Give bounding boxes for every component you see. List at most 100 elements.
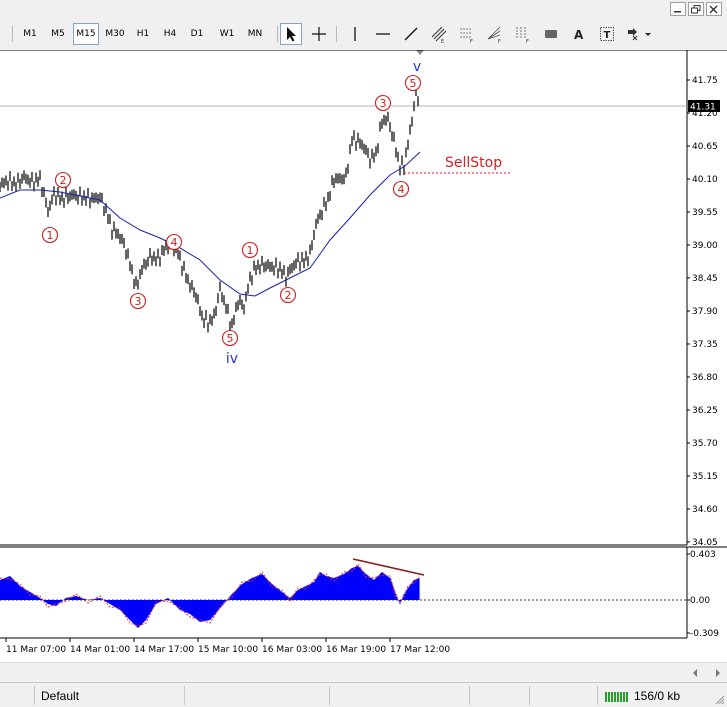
- text-tool-button[interactable]: A: [568, 23, 590, 45]
- vertical-line-icon: [354, 27, 356, 41]
- minimize-button[interactable]: [670, 2, 686, 16]
- resize-grip-icon[interactable]: [715, 695, 725, 705]
- wave-label-v[interactable]: v: [413, 59, 421, 75]
- time-tick-label: 17 Mar 12:00: [390, 645, 450, 655]
- current-price-value: 41.31: [690, 103, 716, 113]
- close-button[interactable]: [706, 2, 722, 16]
- text-label-icon: T: [600, 27, 614, 41]
- wave-label-iv[interactable]: iv: [226, 351, 238, 367]
- price-tick-label: 39.55: [692, 208, 718, 218]
- price-tick-label: 37.90: [692, 307, 718, 317]
- price-tick-label: 41.75: [692, 76, 718, 86]
- trendline-button[interactable]: [400, 23, 422, 45]
- svg-text:5: 5: [227, 332, 234, 345]
- indicator-tick-label: -0.309: [690, 629, 719, 639]
- timeframe-m15-button[interactable]: M15: [73, 23, 99, 45]
- fibonacci-time-icon: F: [516, 27, 529, 43]
- wave-label-4[interactable]: 4: [165, 233, 183, 251]
- horizontal-line-icon: [376, 33, 390, 35]
- wave-label-5[interactable]: 5: [221, 329, 239, 347]
- arrows-dropdown-button[interactable]: [624, 23, 654, 45]
- wave-label-3[interactable]: 3: [129, 292, 147, 310]
- svg-text:2: 2: [285, 289, 292, 302]
- price-tick-label: 36.80: [692, 373, 718, 383]
- chart-shift-icon[interactable]: [416, 50, 424, 55]
- timeframe-m5-button[interactable]: M5: [46, 23, 70, 45]
- cursor-tool-button[interactable]: [280, 23, 302, 45]
- time-tick-label: 11 Mar 07:00: [6, 645, 66, 655]
- timeframe-w1-button[interactable]: W1: [216, 23, 238, 45]
- chart-scroll-row[interactable]: [0, 662, 727, 682]
- fibonacci-retracement-button[interactable]: F: [456, 23, 478, 45]
- trendline-icon: [404, 27, 418, 41]
- price-bars-layer: [0, 86, 419, 333]
- svg-text:1: 1: [47, 229, 54, 242]
- profile-cell[interactable]: Default: [34, 686, 184, 705]
- fibonacci-icon: F: [460, 28, 473, 43]
- price-tick-label: 34.05: [692, 538, 718, 548]
- svg-text:4: 4: [398, 183, 405, 196]
- chart-window[interactable]: SellStop 1 2 3 4 5 1 2 3 4 5 iv v 41.75 41.20 40.65 40…: [0, 49, 727, 662]
- indicator-tick-label: 0.403: [690, 550, 716, 560]
- timeframe-mn-button[interactable]: MN: [243, 23, 267, 45]
- timeframe-d1-button[interactable]: D1: [186, 23, 208, 45]
- scroll-left-icon: [693, 669, 697, 677]
- equidistant-channel-button[interactable]: E: [428, 23, 450, 45]
- crosshair-icon: [312, 27, 326, 41]
- minimize-icon: [674, 11, 681, 13]
- traffic-counter: 156/0 kb: [634, 688, 681, 703]
- wave-label-1[interactable]: 1: [41, 226, 59, 244]
- svg-text:F: F: [498, 39, 501, 43]
- price-tick-label: 39.00: [692, 241, 718, 251]
- rectangle-icon: [545, 30, 557, 38]
- fibonacci-time-button[interactable]: F: [512, 23, 534, 45]
- fibonacci-fan-icon: F: [487, 26, 501, 43]
- svg-text:5: 5: [410, 77, 417, 90]
- time-tick-label: 14 Mar 01:00: [70, 645, 130, 655]
- wave-label-2[interactable]: 2: [54, 171, 72, 189]
- fibonacci-fan-button[interactable]: F: [484, 23, 506, 45]
- connection-bars-icon: [605, 691, 628, 702]
- svg-text:4: 4: [171, 236, 178, 249]
- toolbar-separator: [336, 26, 337, 42]
- close-icon: [709, 5, 718, 13]
- svg-text:3: 3: [135, 295, 142, 308]
- status-cell: [184, 686, 329, 705]
- restore-button[interactable]: [688, 2, 704, 16]
- toolbar-grip: [12, 26, 13, 42]
- timeframe-h1-button[interactable]: H1: [132, 23, 154, 45]
- wave-label-4[interactable]: 4: [392, 180, 410, 198]
- text-label-button[interactable]: T: [596, 23, 618, 45]
- crosshair-tool-button[interactable]: [308, 23, 330, 45]
- time-tick-label: 15 Mar 10:00: [198, 645, 258, 655]
- price-chart[interactable]: SellStop 1234512345ivv 41.7541.2040.6540…: [0, 49, 727, 662]
- wave-label-3[interactable]: 3: [374, 94, 392, 112]
- indicator-axis: 0.403 0.00 -0.309: [687, 550, 719, 639]
- time-tick-label: 16 Mar 19:00: [326, 645, 386, 655]
- time-tick-label: 14 Mar 17:00: [134, 645, 194, 655]
- wave-label-2[interactable]: 2: [279, 286, 297, 304]
- toolbar-separator: [277, 26, 278, 42]
- timeframe-h4-button[interactable]: H4: [159, 23, 181, 45]
- restore-icon: [691, 4, 701, 13]
- vertical-line-button[interactable]: [344, 23, 366, 45]
- price-tick-label: 34.60: [692, 505, 718, 515]
- price-tick-label: 35.15: [692, 472, 718, 482]
- price-tick-label: 40.65: [692, 142, 718, 152]
- scroll-right-icon: [716, 669, 720, 677]
- wave-label-1[interactable]: 1: [241, 241, 259, 259]
- connection-cell[interactable]: 156/0 kb: [597, 686, 727, 705]
- horizontal-line-button[interactable]: [372, 23, 394, 45]
- timeframe-m1-button[interactable]: M1: [18, 23, 42, 45]
- wave-label-5[interactable]: 5: [404, 74, 422, 92]
- channel-icon: E: [431, 26, 447, 43]
- svg-text:2: 2: [60, 174, 67, 187]
- scroll-arrows: [693, 669, 720, 677]
- rectangle-tool-button[interactable]: [540, 23, 562, 45]
- time-axis: 11 Mar 07:00 14 Mar 01:00 14 Mar 17:00 15 M…: [5, 638, 450, 655]
- price-axis: 41.7541.2040.6540.1039.5539.0038.4537.90…: [687, 76, 718, 548]
- svg-text:A: A: [574, 28, 584, 42]
- timeframe-m30-button[interactable]: M30: [102, 23, 128, 45]
- toolbar: E F F F A T M1 M5 M15 M30 H1 H4 D1 W1 MN: [0, 18, 727, 52]
- chevron-down-icon: [645, 33, 651, 36]
